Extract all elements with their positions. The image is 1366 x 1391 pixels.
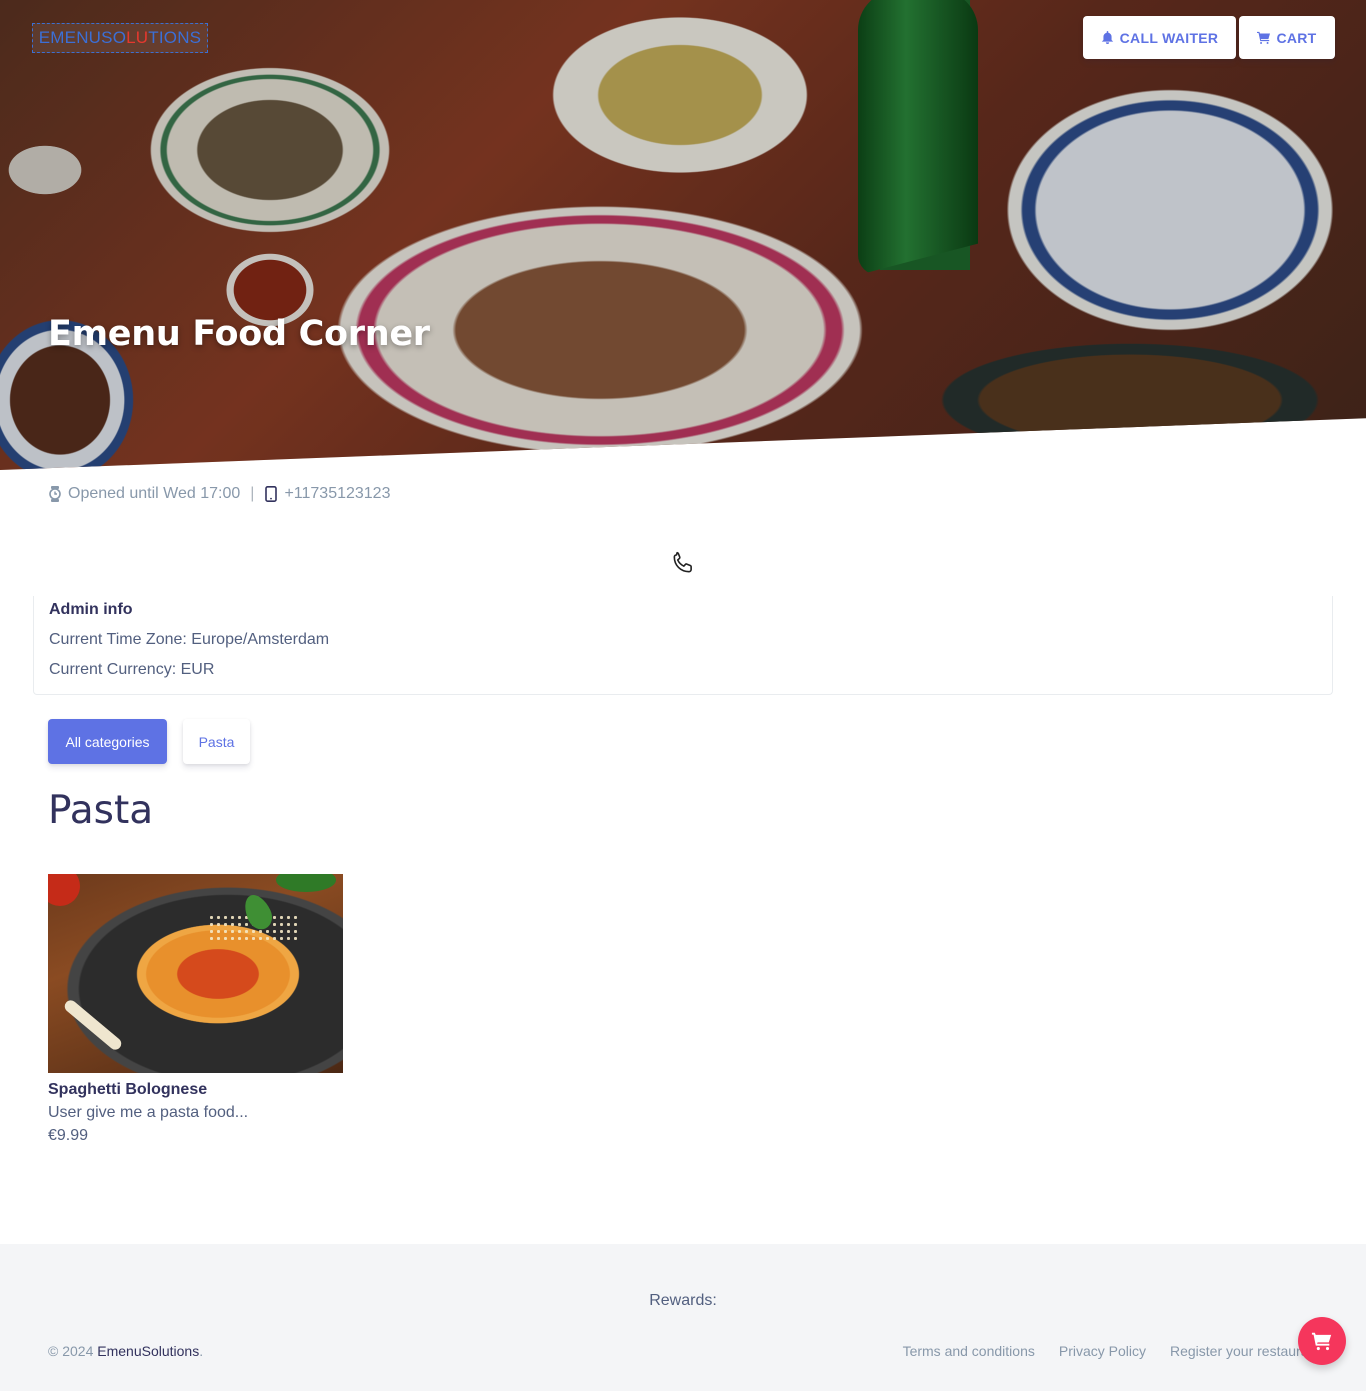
copyright-prefix: © 2024 — [48, 1343, 98, 1359]
copyright: © 2024 EmenuSolutions. — [48, 1343, 203, 1359]
category-pasta-button[interactable]: Pasta — [183, 719, 250, 764]
admin-info-card: Admin info Current Time Zone: Europe/Ams… — [33, 596, 1333, 695]
rewards-label: Rewards: — [649, 1292, 717, 1309]
cart-button[interactable]: CART — [1239, 16, 1335, 59]
floating-cart-button[interactable] — [1298, 1317, 1346, 1365]
logo-text-part3: TIONS — [148, 28, 202, 47]
menu-item-image[interactable] — [48, 874, 343, 1073]
opening-hours: Opened until Wed 17:00 — [68, 485, 241, 502]
copyright-suffix: . — [199, 1343, 204, 1359]
call-waiter-label: CALL WAITER — [1119, 29, 1219, 46]
brand-logo[interactable]: EMENUSO LU TIONS — [32, 23, 208, 53]
footer-links: Terms and conditions Privacy Policy Regi… — [903, 1343, 1314, 1359]
privacy-policy-link[interactable]: Privacy Policy — [1059, 1343, 1146, 1359]
info-separator: | — [250, 485, 255, 502]
menu-item-description: User give me a pasta food... — [48, 1104, 249, 1121]
admin-info-title: Admin info — [49, 601, 133, 618]
category-all-button[interactable]: All categories — [48, 719, 167, 764]
image-basil — [276, 874, 336, 892]
image-tomato — [48, 874, 80, 906]
image-fork — [62, 997, 124, 1053]
bell-icon — [1101, 31, 1113, 44]
phone-icon[interactable] — [670, 550, 696, 576]
footer: Rewards: © 2024 EmenuSolutions. Terms an… — [0, 1244, 1366, 1391]
restaurant-name: Emenu Food Corner — [48, 314, 430, 354]
copyright-brand-link[interactable]: EmenuSolutions — [97, 1343, 199, 1359]
restaurant-phone[interactable]: +11735123123 — [284, 485, 390, 503]
admin-currency: Current Currency: EUR — [49, 661, 215, 678]
menu-item-card[interactable]: Spaghetti Bolognese User give me a pasta… — [48, 874, 343, 1145]
hero-banner: EMENUSO LU TIONS CALL WAITER CART Emenu Fo… — [0, 0, 1366, 470]
shopping-cart-icon — [1311, 1332, 1332, 1351]
logo-text-part1: EMENUSO — [38, 28, 127, 47]
mobile-icon — [265, 486, 278, 502]
restaurant-info: Opened until Wed 17:00 | +11735123123 — [48, 485, 390, 503]
section-title: Pasta — [48, 788, 154, 833]
hero-overlay — [0, 0, 1366, 470]
register-restaurant-link[interactable]: Register your restaurant — [1170, 1343, 1314, 1359]
admin-timezone: Current Time Zone: Europe/Amsterdam — [49, 631, 330, 648]
cart-label: CART — [1276, 29, 1317, 46]
call-waiter-button[interactable]: CALL WAITER — [1083, 16, 1236, 59]
menu-item-price: €9.99 — [48, 1127, 89, 1144]
terms-link[interactable]: Terms and conditions — [903, 1343, 1035, 1359]
shopping-cart-icon — [1257, 31, 1271, 44]
menu-item-name[interactable]: Spaghetti Bolognese — [48, 1081, 343, 1099]
logo-text-part2: LU — [126, 28, 149, 47]
watch-icon — [49, 486, 61, 502]
